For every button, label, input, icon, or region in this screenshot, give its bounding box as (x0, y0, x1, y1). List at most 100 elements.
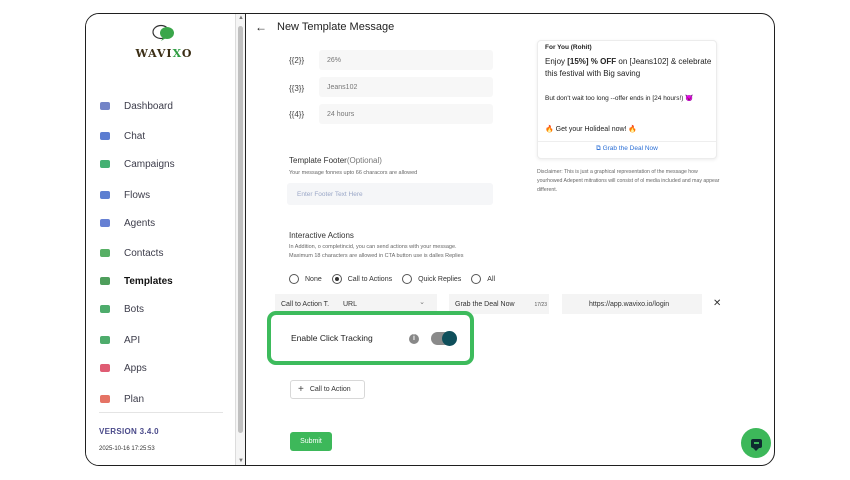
sidebar-item-contacts[interactable]: Contacts (98, 243, 163, 263)
logo-bubbles-icon (152, 24, 174, 41)
variable-input[interactable]: 26% (319, 50, 493, 70)
radio-dot-selected[interactable] (331, 274, 342, 284)
scrollbar-thumb[interactable] (238, 26, 243, 433)
chevron-down-icon: ⌄ (419, 299, 425, 306)
plus-icon: + (298, 384, 304, 395)
radio-label: None (305, 275, 322, 283)
sidebar-item-dashboard[interactable]: Dashboard (98, 96, 173, 116)
radio-dot[interactable] (402, 274, 413, 284)
click-tracking-toggle[interactable] (431, 331, 457, 346)
click-tracking-highlight: Enable Click Tracking i (267, 311, 474, 365)
sidebar-item-label: Contacts (124, 247, 164, 259)
scroll-down-icon[interactable]: ▼ (238, 458, 244, 464)
sidebar-item-label: Dashboard (124, 100, 173, 112)
preview-text: Enjoy (545, 57, 568, 66)
sidebar-item-label: Agents (124, 217, 156, 229)
actions-hint-2: Maximum 18 characters are allowed in CTA… (289, 253, 464, 259)
preview-sender: For You (Rohit) (545, 44, 592, 51)
add-cta-label: Call to Action (309, 386, 351, 393)
monitor-icon (98, 99, 112, 113)
action-type-radios: None Call to Actions Quick Replies All (289, 274, 505, 284)
preview-bold-text: [15%] % OFF (567, 57, 617, 66)
radio-label: Call to Actions (347, 275, 393, 283)
radio-dot[interactable] (471, 274, 482, 284)
footer-title-text: Template Footer (289, 156, 347, 165)
info-icon[interactable]: i (409, 334, 419, 344)
sidebar-item-label: Chat (124, 130, 146, 142)
message-preview: For You (Rohit) Enjoy [15%] % OFF on [Je… (537, 40, 717, 159)
contacts-icon (98, 246, 112, 260)
sidebar-item-label: Apps (124, 362, 147, 374)
sidebar-item-label: Plan (124, 393, 145, 405)
radio-dot[interactable] (289, 274, 299, 284)
radio-label: Quick Replies (418, 275, 462, 283)
submit-button[interactable]: Submit (290, 432, 332, 451)
preview-separator (538, 141, 716, 142)
send-icon (98, 157, 112, 171)
sidebar-item-label: API (124, 334, 141, 346)
chat-support-button[interactable] (741, 428, 771, 458)
back-arrow-icon[interactable]: ← (255, 20, 267, 34)
sidebar-divider (99, 412, 223, 413)
sidebar-item-api[interactable]: API (98, 330, 140, 350)
add-call-to-action-button[interactable]: + Call to Action (290, 380, 365, 399)
actions-title: Interactive Actions (289, 231, 354, 240)
sidebar-item-agents[interactable]: Agents (98, 213, 155, 233)
toggle-knob (442, 331, 457, 346)
templates-icon (98, 274, 112, 288)
radio-all[interactable]: All (471, 274, 495, 284)
footer-optional: (Optional) (346, 156, 382, 165)
preview-line-3: 🔥 Get your Holideal now! 🔥 (545, 126, 638, 133)
variable-label: {{3}} (289, 84, 305, 93)
variable-label: {{4}} (289, 110, 305, 119)
footer-input[interactable]: Enter Footer Text Here (287, 183, 493, 205)
radio-none[interactable]: None (289, 274, 322, 284)
variable-label: {{2}} (289, 56, 305, 65)
scroll-up-icon[interactable]: ▲ (238, 15, 244, 21)
radio-quick-replies[interactable]: Quick Replies (402, 274, 461, 284)
apps-icon (98, 361, 112, 375)
radio-label: All (487, 275, 496, 283)
remove-cta-icon[interactable]: ✕ (713, 298, 721, 309)
sidebar-item-flows[interactable]: Flows (98, 185, 150, 205)
variable-input[interactable]: Jeans102 (319, 77, 493, 97)
sidebar-item-apps[interactable]: Apps (98, 358, 147, 378)
actions-hint-1: In Addition, o completincid, you can sen… (289, 244, 457, 250)
app-window: WAVIXO Dashboard Chat Campaigns Flows Agents… (85, 13, 775, 466)
sidebar-scrollbar[interactable]: ▲ ▼ (235, 14, 246, 465)
preview-deal-button[interactable]: ⧉ Grab the Deal Now (538, 145, 716, 153)
cta-type-value: URL (343, 300, 358, 308)
footer-title: Template Footer(Optional) (289, 156, 382, 165)
globe-icon (98, 333, 112, 347)
chat-icon (98, 129, 112, 143)
sidebar: WAVIXO Dashboard Chat Campaigns Flows Agents… (86, 14, 246, 465)
flow-icon (98, 188, 112, 202)
version-label: VERSION 3.4.0 (99, 427, 159, 436)
preview-line-1: Enjoy [15%] % OFF on [Jeans102] & celebr… (545, 56, 715, 80)
radio-call-to-actions[interactable]: Call to Actions (331, 274, 393, 284)
sidebar-item-plan[interactable]: Plan (98, 389, 144, 409)
main-content: ← New Template Message {{2}} 26% {{3}} J… (247, 14, 774, 465)
click-tracking-label: Enable Click Tracking (291, 333, 373, 343)
sidebar-item-templates[interactable]: Templates (98, 271, 173, 291)
page-title: New Template Message (277, 21, 395, 33)
build-date: 2025-10-16 17:25:53 (99, 446, 155, 452)
cta-url-input[interactable]: https://app.wavixo.io/login (562, 294, 702, 314)
sidebar-item-label: Templates (124, 275, 173, 287)
chat-bubble-icon (750, 438, 762, 451)
sidebar-item-bots[interactable]: Bots (98, 299, 144, 319)
sidebar-item-label: Flows (124, 189, 151, 201)
sidebar-item-campaigns[interactable]: Campaigns (98, 154, 175, 174)
logo-text: WAVIXO (135, 47, 193, 60)
card-icon (98, 392, 112, 406)
sidebar-item-label: Bots (124, 303, 145, 315)
cta-button-text: Grab the Deal Now (455, 300, 515, 308)
user-icon (98, 216, 112, 230)
sidebar-item-label: Campaigns (124, 158, 175, 170)
char-counter: 17/23 (534, 302, 547, 308)
preview-line-2: But don't wait too long --offer ends in … (545, 95, 694, 102)
preview-disclaimer: Disclaimer: This is just a graphical rep… (537, 169, 720, 193)
logo[interactable]: WAVIXO (134, 24, 194, 60)
variable-input[interactable]: 24 hours (319, 104, 493, 124)
sidebar-item-chat[interactable]: Chat (98, 126, 145, 146)
